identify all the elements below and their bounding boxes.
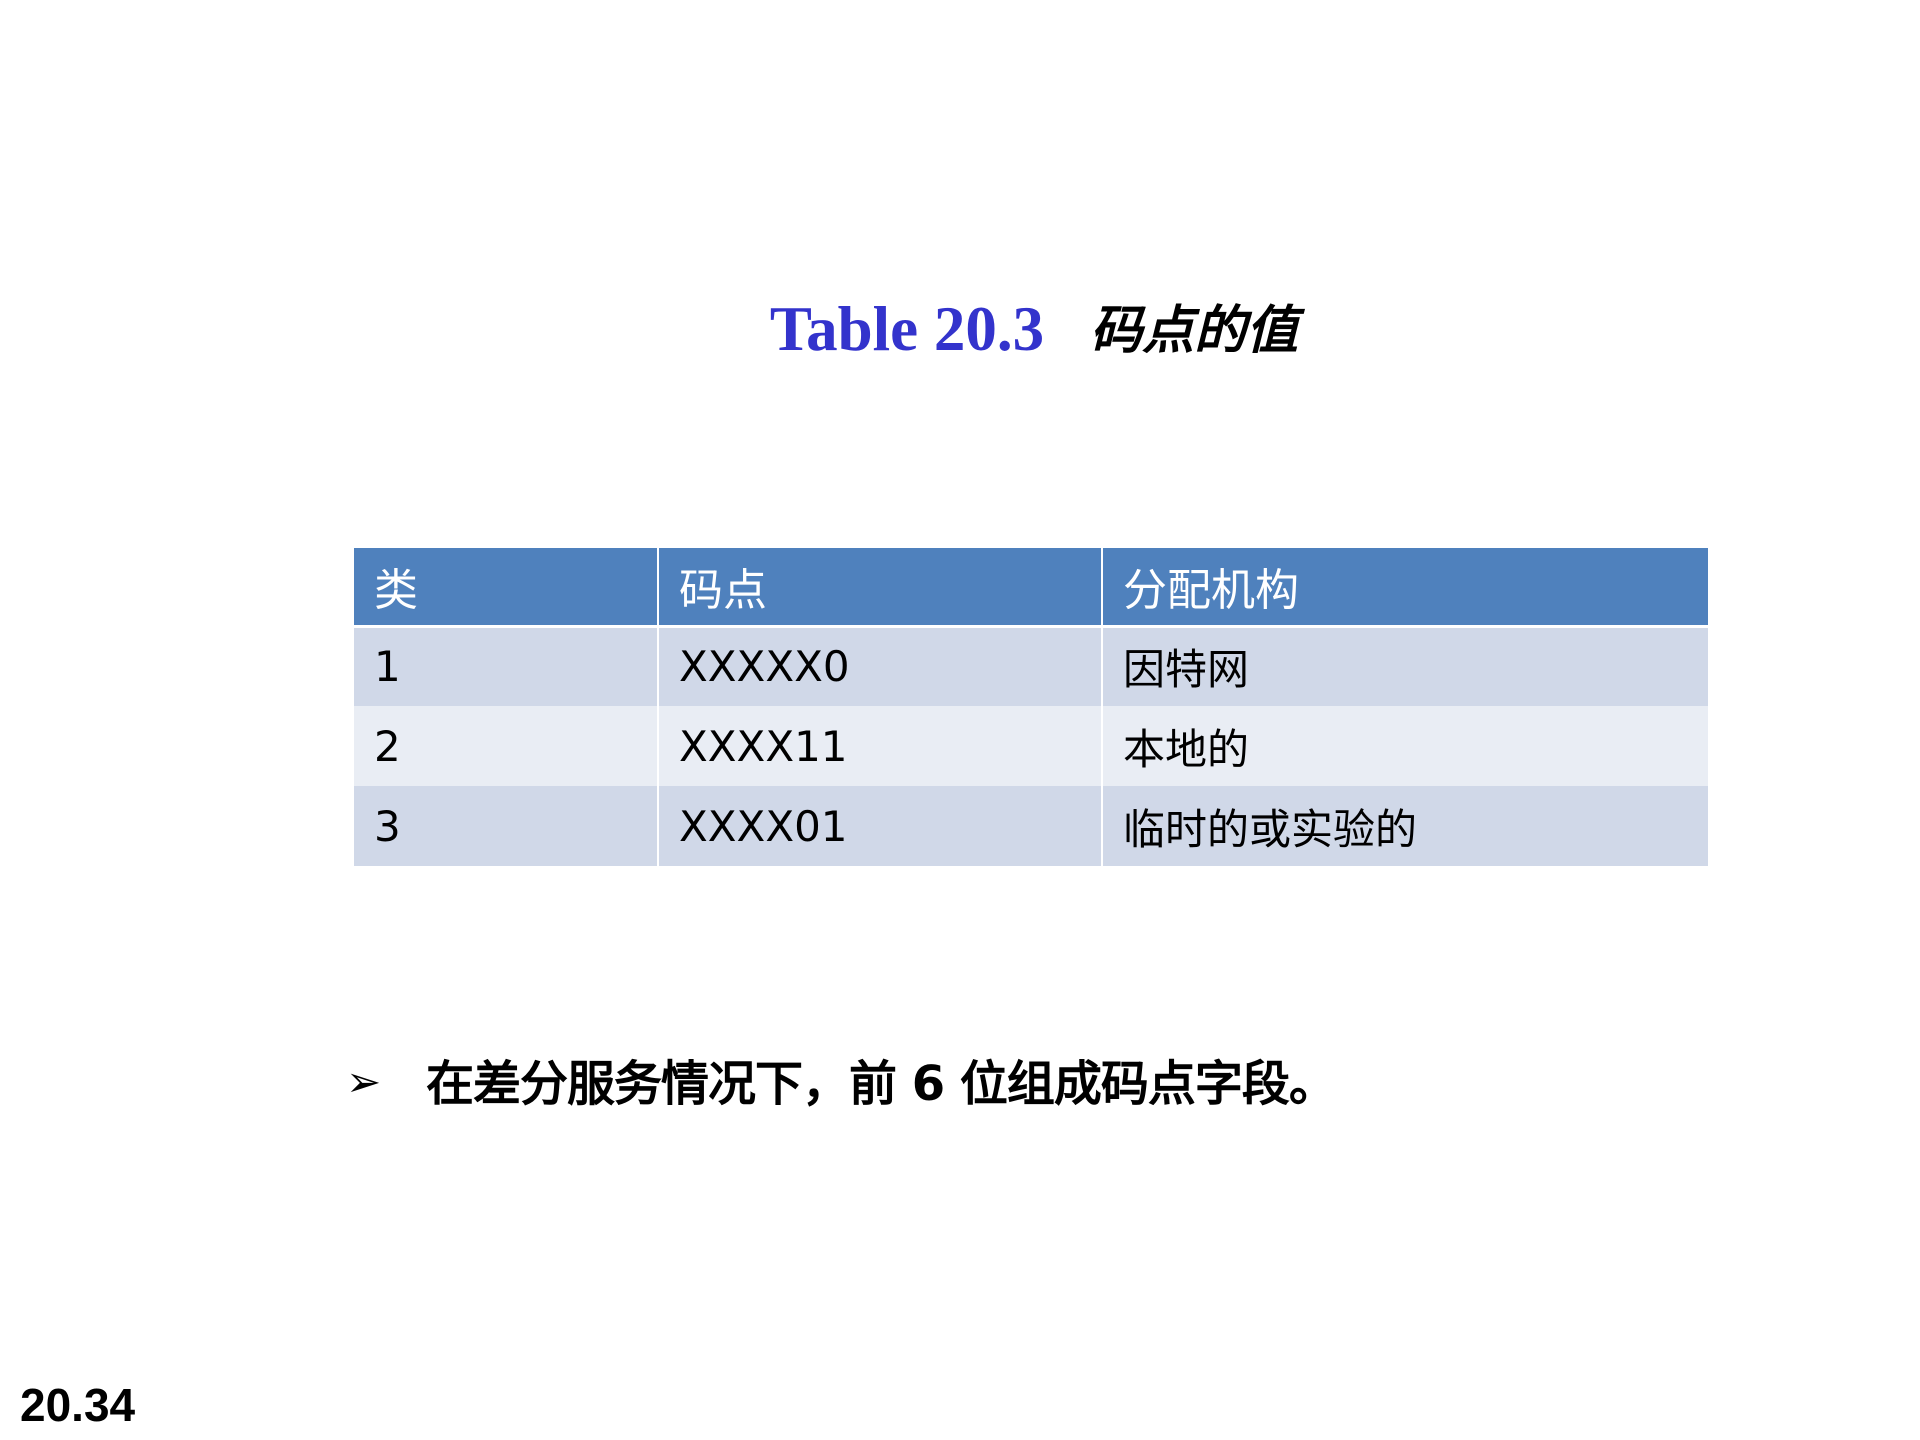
table-title: Table 20.3 码点的值 [0,298,1920,361]
codepoint-table: 类 码点 分配机构 1 XXXXX0 因特网 2 XXXX11 本地的 3 XX… [354,548,1708,866]
header-codepoint: 码点 [658,548,1103,628]
table-row: 1 XXXXX0 因特网 [354,626,1708,706]
table-row: 2 XXXX11 本地的 [354,706,1708,786]
table-caption: 码点的值 [1090,300,1299,361]
table-header-row: 类 码点 分配机构 [354,548,1708,628]
arrow-bullet-icon: ➢ [346,1057,382,1106]
page-number: 20.34 [20,1379,136,1431]
table-label: Table 20.3 [769,294,1045,364]
cell-codepoint: XXXXX0 [658,626,1103,706]
cell-authority: 因特网 [1102,626,1708,706]
cell-authority: 本地的 [1102,706,1708,786]
header-assigning-authority: 分配机构 [1102,548,1708,628]
cell-class: 3 [354,786,659,866]
bullet-point: ➢ 在差分服务情况下，前 6 位组成码点字段。 [346,1057,1337,1108]
cell-class: 2 [354,706,659,786]
table-row: 3 XXXX01 临时的或实验的 [354,786,1708,866]
cell-authority: 临时的或实验的 [1102,786,1708,866]
bullet-text: 在差分服务情况下，前 6 位组成码点字段。 [426,1056,1337,1112]
cell-class: 1 [354,626,659,706]
header-class: 类 [354,548,659,628]
cell-codepoint: XXXX01 [658,786,1103,866]
cell-codepoint: XXXX11 [658,706,1103,786]
